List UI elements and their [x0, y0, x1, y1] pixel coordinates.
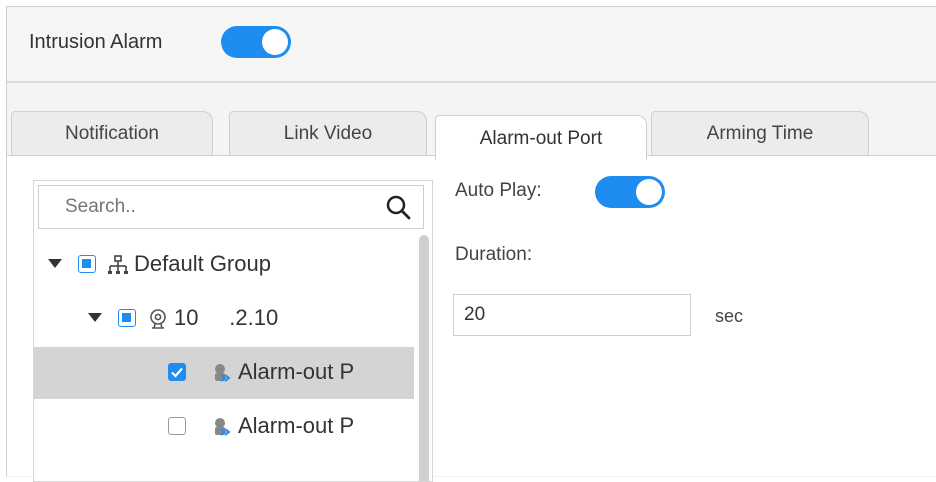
tree-row-label: Default Group [134, 251, 271, 276]
tab-arming-time[interactable]: Arming Time [651, 111, 869, 156]
tree-row-label: Alarm-out P [238, 359, 355, 384]
group-icon [108, 255, 128, 274]
tree-row-alarm-out-2[interactable]: Alarm-out P [34, 401, 414, 453]
group-checkbox[interactable] [78, 255, 96, 273]
auto-play-label: Auto Play: [455, 180, 542, 201]
auto-play-toggle[interactable] [595, 176, 665, 208]
alarm-out-port-icon [215, 364, 231, 382]
toggle-knob [636, 179, 662, 205]
tab-content: Default Group 10 .2.10 [7, 156, 936, 482]
tree-scrollbar[interactable] [419, 235, 429, 481]
expand-caret-icon[interactable] [48, 259, 62, 268]
search-box [38, 185, 424, 229]
check-mark-icon [170, 367, 183, 378]
alarm-out-checkbox[interactable] [168, 417, 186, 435]
tab-label: Notification [65, 123, 159, 144]
tree-row-label: Alarm-out P [238, 413, 355, 438]
alarm-out-checkbox[interactable] [168, 363, 186, 381]
alarm-config-panel: Intrusion Alarm Notification Link Video … [6, 6, 936, 482]
camera-icon [150, 309, 166, 329]
search-input[interactable] [39, 186, 397, 228]
tab-label: Arming Time [706, 123, 814, 144]
tree-row-alarm-out-1[interactable]: Alarm-out P [34, 347, 414, 399]
duration-unit: sec [715, 306, 744, 326]
search-icon[interactable] [385, 194, 411, 220]
duration-label: Duration: [455, 244, 533, 265]
intrusion-alarm-toggle[interactable] [221, 26, 291, 58]
device-checkbox[interactable] [118, 309, 136, 327]
toggle-knob [262, 29, 288, 55]
tab-bar: Notification Link Video Alarm-out Port A… [7, 111, 936, 160]
tab-label: Link Video [283, 123, 373, 144]
device-tree-panel: Default Group 10 .2.10 [33, 180, 433, 482]
tab-notification[interactable]: Notification [11, 111, 213, 156]
alarm-out-port-icon [215, 418, 231, 436]
alarm-out-settings: Auto Play: Duration: sec [453, 156, 933, 456]
tab-link-video[interactable]: Link Video [229, 111, 427, 156]
tree-row-default-group[interactable]: Default Group [34, 239, 414, 291]
expand-caret-icon[interactable] [88, 313, 102, 322]
alarm-header: Intrusion Alarm [7, 7, 936, 83]
tab-alarm-out-port[interactable]: Alarm-out Port [435, 115, 647, 160]
tree-row-label: 10 .2.10 [174, 305, 279, 330]
tree-row-device[interactable]: 10 .2.10 [34, 293, 414, 345]
duration-input[interactable] [453, 294, 691, 336]
intrusion-alarm-label: Intrusion Alarm [29, 31, 163, 53]
tab-label: Alarm-out Port [479, 128, 603, 149]
